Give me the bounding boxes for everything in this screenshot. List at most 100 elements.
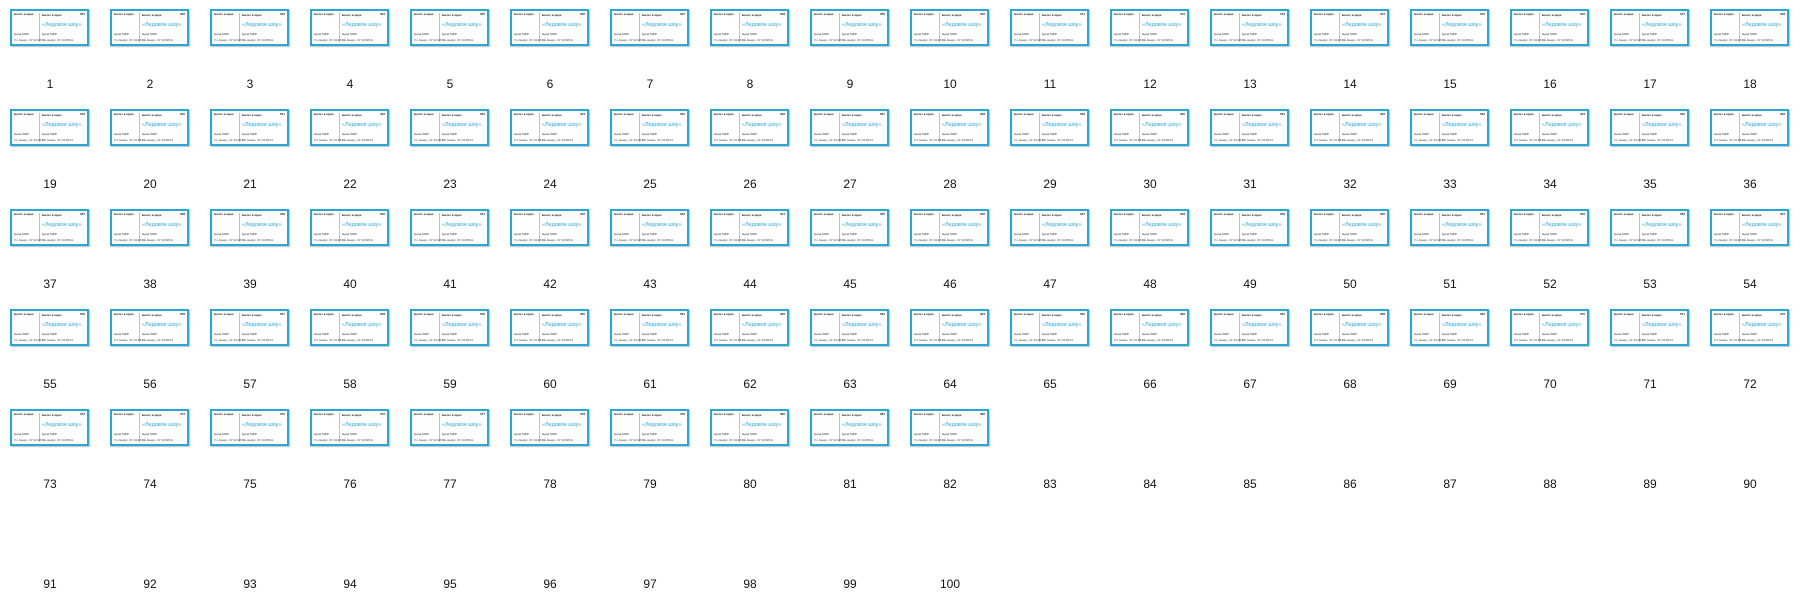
page-thumbnail[interactable]: Билет в цирк Билет в цирк 058 «Ледовое шоу»… bbox=[310, 309, 389, 346]
ticket-price-left: Цена 500Р bbox=[514, 432, 530, 436]
page-thumbnail[interactable]: Билет в цирк Билет в цирк 017 «Ледовое шоу»… bbox=[1610, 9, 1689, 46]
page-thumbnail[interactable]: Билет в цирк Билет в цирк 040 «Ледовое шоу»… bbox=[310, 209, 389, 246]
ticket-price-right: Цена 500Р bbox=[842, 232, 858, 236]
page-thumbnail[interactable]: Билет в цирк Билет в цирк 061 «Ледовое шоу»… bbox=[610, 309, 689, 346]
page-cell: 94 bbox=[300, 500, 400, 600]
page-thumbnail[interactable]: Билет в цирк Билет в цирк 039 «Ледовое шоу»… bbox=[210, 209, 289, 246]
page-thumbnail[interactable]: Билет в цирк Билет в цирк 082 «Ледовое шоу»… bbox=[910, 409, 989, 446]
page-thumbnail[interactable]: Билет в цирк Билет в цирк 016 «Ледовое шоу»… bbox=[1510, 9, 1589, 46]
page-thumbnail[interactable]: Билет в цирк Билет в цирк 027 «Ледовое шоу»… bbox=[810, 109, 889, 146]
page-thumbnail[interactable]: Билет в цирк Билет в цирк 046 «Ледовое шоу»… bbox=[910, 209, 989, 246]
page-thumbnail[interactable]: Билет в цирк Билет в цирк 003 «Ледовое шоу»… bbox=[210, 9, 289, 46]
page-thumbnail[interactable]: Билет в цирк Билет в цирк 076 «Ледовое шоу»… bbox=[310, 409, 389, 446]
page-thumbnail[interactable]: Билет в цирк Билет в цирк 011 «Ледовое шоу»… bbox=[1010, 9, 1089, 46]
page-thumbnail[interactable]: Билет в цирк Билет в цирк 008 «Ледовое шоу»… bbox=[710, 9, 789, 46]
page-thumbnail[interactable]: Билет в цирк Билет в цирк 036 «Ледовое шоу»… bbox=[1710, 109, 1789, 146]
page-thumbnail[interactable]: Билет в цирк Билет в цирк 022 «Ледовое шоу»… bbox=[310, 109, 389, 146]
ticket-date-left: Ул. Неауч, 37 13.08.11 bbox=[114, 138, 145, 142]
page-thumbnail[interactable]: Билет в цирк Билет в цирк 041 «Ледовое шоу»… bbox=[410, 209, 489, 246]
ticket-price-left: Цена 500Р bbox=[314, 32, 330, 36]
page-thumbnail[interactable]: Билет в цирк Билет в цирк 054 «Ледовое шоу»… bbox=[1710, 209, 1789, 246]
page-thumbnail[interactable]: Билет в цирк Билет в цирк 009 «Ледовое шоу»… bbox=[810, 9, 889, 46]
page-thumbnail[interactable]: Билет в цирк Билет в цирк 073 «Ледовое шоу»… bbox=[10, 409, 89, 446]
page-thumbnail[interactable]: Билет в цирк Билет в цирк 031 «Ледовое шоу»… bbox=[1210, 109, 1289, 146]
page-thumbnail[interactable]: Билет в цирк Билет в цирк 006 «Ледовое шоу»… bbox=[510, 9, 589, 46]
page-thumbnail[interactable]: Билет в цирк Билет в цирк 012 «Ледовое шоу»… bbox=[1110, 9, 1189, 46]
page-thumbnail[interactable]: Билет в цирк Билет в цирк 048 «Ледовое шоу»… bbox=[1110, 209, 1189, 246]
ticket-date-left: Ул. Неауч, 37 13.08.11 bbox=[714, 38, 745, 42]
page-thumbnail[interactable]: Билет в цирк Билет в цирк 029 «Ледовое шоу»… bbox=[1010, 109, 1089, 146]
page-thumbnail[interactable]: Билет в цирк Билет в цирк 080 «Ледовое шоу»… bbox=[710, 409, 789, 446]
page-thumbnail[interactable]: Билет в цирк Билет в цирк 057 «Ледовое шоу»… bbox=[210, 309, 289, 346]
page-thumbnail[interactable]: Билет в цирк Билет в цирк 065 «Ледовое шоу»… bbox=[1010, 309, 1089, 346]
page-thumbnail[interactable]: Билет в цирк Билет в цирк 051 «Ледовое шоу»… bbox=[1410, 209, 1489, 246]
page-thumbnail[interactable]: Билет в цирк Билет в цирк 043 «Ледовое шоу»… bbox=[610, 209, 689, 246]
page-thumbnail[interactable]: Билет в цирк Билет в цирк 033 «Ледовое шоу»… bbox=[1410, 109, 1489, 146]
page-thumbnail[interactable]: Билет в цирк Билет в цирк 005 «Ледовое шоу»… bbox=[410, 9, 489, 46]
ticket-price-right: Цена 500Р bbox=[1742, 32, 1758, 36]
page-thumbnail[interactable]: Билет в цирк Билет в цирк 001 «Ледовое шоу»… bbox=[10, 9, 89, 46]
page-thumbnail[interactable]: Билет в цирк Билет в цирк 028 «Ледовое шоу»… bbox=[910, 109, 989, 146]
page-cell: Билет в цирк Билет в цирк 049 «Ледовое шоу»… bbox=[1200, 200, 1300, 300]
page-cell: Билет в цирк Билет в цирк 031 «Ледовое шоу»… bbox=[1200, 100, 1300, 200]
page-thumbnail[interactable]: Билет в цирк Билет в цирк 010 «Ледовое шоу»… bbox=[910, 9, 989, 46]
page-thumbnail[interactable]: Билет в цирк Билет в цирк 056 «Ледовое шоу»… bbox=[110, 309, 189, 346]
page-thumbnail[interactable]: Билет в цирк Билет в цирк 067 «Ледовое шоу»… bbox=[1210, 309, 1289, 346]
page-thumbnail[interactable]: Билет в цирк Билет в цирк 007 «Ледовое шоу»… bbox=[610, 9, 689, 46]
ticket-price-left: Цена 500Р bbox=[914, 432, 930, 436]
page-cell: Билет в цирк Билет в цирк 053 «Ледовое шоу»… bbox=[1600, 200, 1700, 300]
page-thumbnail[interactable]: Билет в цирк Билет в цирк 004 «Ледовое шоу»… bbox=[310, 9, 389, 46]
page-thumbnail[interactable]: Билет в цирк Билет в цирк 037 «Ледовое шоу»… bbox=[10, 209, 89, 246]
page-thumbnail[interactable]: Билет в цирк Билет в цирк 024 «Ледовое шоу»… bbox=[510, 109, 589, 146]
page-thumbnail[interactable]: Билет в цирк Билет в цирк 019 «Ледовое шоу»… bbox=[10, 109, 89, 146]
ticket-number: 081 bbox=[879, 412, 885, 416]
page-thumbnail[interactable]: Билет в цирк Билет в цирк 064 «Ледовое шоу»… bbox=[910, 309, 989, 346]
page-thumbnail[interactable]: Билет в цирк Билет в цирк 055 «Ледовое шоу»… bbox=[10, 309, 89, 346]
ticket-header: Билет в цирк bbox=[214, 412, 234, 416]
page-thumbnail[interactable]: Билет в цирк Билет в цирк 025 «Ледовое шоу»… bbox=[610, 109, 689, 146]
page-thumbnail[interactable]: Билет в цирк Билет в цирк 050 «Ледовое шоу»… bbox=[1310, 209, 1389, 246]
page-thumbnail[interactable]: Билет в цирк Билет в цирк 013 «Ледовое шоу»… bbox=[1210, 9, 1289, 46]
page-thumbnail[interactable]: Билет в цирк Билет в цирк 068 «Ледовое шоу»… bbox=[1310, 309, 1389, 346]
ticket-date-left: Ул. Неауч, 37 13.08.11 bbox=[1714, 338, 1745, 342]
page-thumbnail[interactable]: Билет в цирк Билет в цирк 023 «Ледовое шоу»… bbox=[410, 109, 489, 146]
page-thumbnail[interactable]: Билет в цирк Билет в цирк 020 «Ледовое шоу»… bbox=[110, 109, 189, 146]
page-thumbnail[interactable]: Билет в цирк Билет в цирк 072 «Ледовое шоу»… bbox=[1710, 309, 1789, 346]
page-thumbnail[interactable]: Билет в цирк Билет в цирк 078 «Ледовое шоу»… bbox=[510, 409, 589, 446]
page-thumbnail[interactable]: Билет в цирк Билет в цирк 015 «Ледовое шоу»… bbox=[1410, 9, 1489, 46]
page-thumbnail[interactable]: Билет в цирк Билет в цирк 060 «Ледовое шоу»… bbox=[510, 309, 589, 346]
page-thumbnail[interactable]: Билет в цирк Билет в цирк 053 «Ледовое шоу»… bbox=[1610, 209, 1689, 246]
page-thumbnail[interactable]: Билет в цирк Билет в цирк 034 «Ледовое шоу»… bbox=[1510, 109, 1589, 146]
page-thumbnail[interactable]: Билет в цирк Билет в цирк 062 «Ледовое шоу»… bbox=[710, 309, 789, 346]
page-thumbnail[interactable]: Билет в цирк Билет в цирк 045 «Ледовое шоу»… bbox=[810, 209, 889, 246]
page-thumbnail[interactable]: Билет в цирк Билет в цирк 059 «Ледовое шоу»… bbox=[410, 309, 489, 346]
page-thumbnail[interactable]: Билет в цирк Билет в цирк 021 «Ледовое шоу»… bbox=[210, 109, 289, 146]
page-thumbnail[interactable]: Билет в цирк Билет в цирк 026 «Ледовое шоу»… bbox=[710, 109, 789, 146]
page-thumbnail[interactable]: Билет в цирк Билет в цирк 014 «Ледовое шоу»… bbox=[1310, 9, 1389, 46]
page-thumbnail[interactable]: Билет в цирк Билет в цирк 044 «Ледовое шоу»… bbox=[710, 209, 789, 246]
page-thumbnail[interactable]: Билет в цирк Билет в цирк 070 «Ледовое шоу»… bbox=[1510, 309, 1589, 346]
page-thumbnail[interactable]: Билет в цирк Билет в цирк 079 «Ледовое шоу»… bbox=[610, 409, 689, 446]
page-thumbnail[interactable]: Билет в цирк Билет в цирк 071 «Ледовое шоу»… bbox=[1610, 309, 1689, 346]
page-thumbnail[interactable]: Билет в цирк Билет в цирк 063 «Ледовое шоу»… bbox=[810, 309, 889, 346]
page-thumbnail[interactable]: Билет в цирк Билет в цирк 042 «Ледовое шоу»… bbox=[510, 209, 589, 246]
page-thumbnail[interactable]: Билет в цирк Билет в цирк 049 «Ледовое шоу»… bbox=[1210, 209, 1289, 246]
page-thumbnail[interactable]: Билет в цирк Билет в цирк 002 «Ледовое шоу»… bbox=[110, 9, 189, 46]
ticket-price-left: Цена 500Р bbox=[614, 232, 630, 236]
page-thumbnail[interactable]: Билет в цирк Билет в цирк 032 «Ледовое шоу»… bbox=[1310, 109, 1389, 146]
page-thumbnail[interactable]: Билет в цирк Билет в цирк 081 «Ледовое шоу»… bbox=[810, 409, 889, 446]
page-thumbnail[interactable]: Билет в цирк Билет в цирк 035 «Ледовое шоу»… bbox=[1610, 109, 1689, 146]
page-thumbnail[interactable]: Билет в цирк Билет в цирк 077 «Ледовое шоу»… bbox=[410, 409, 489, 446]
page-thumbnail[interactable]: Билет в цирк Билет в цирк 038 «Ледовое шоу»… bbox=[110, 209, 189, 246]
page-thumbnail[interactable]: Билет в цирк Билет в цирк 069 «Ледовое шоу»… bbox=[1410, 309, 1489, 346]
page-thumbnail[interactable]: Билет в цирк Билет в цирк 075 «Ледовое шоу»… bbox=[210, 409, 289, 446]
ticket-date-left: Ул. Неауч, 37 13.08.11 bbox=[14, 138, 45, 142]
page-thumbnail[interactable]: Билет в цирк Билет в цирк 066 «Ледовое шоу»… bbox=[1110, 309, 1189, 346]
page-thumbnail[interactable]: Билет в цирк Билет в цирк 018 «Ледовое шоу»… bbox=[1710, 9, 1789, 46]
page-thumbnail[interactable]: Билет в цирк Билет в цирк 030 «Ледовое шоу»… bbox=[1110, 109, 1189, 146]
page-cell: 84 bbox=[1100, 400, 1200, 500]
page-thumbnail[interactable]: Билет в цирк Билет в цирк 074 «Ледовое шоу»… bbox=[110, 409, 189, 446]
page-number-label: 100 bbox=[939, 577, 961, 591]
page-thumbnail[interactable]: Билет в цирк Билет в цирк 052 «Ледовое шоу»… bbox=[1510, 209, 1589, 246]
page-thumbnail[interactable]: Билет в цирк Билет в цирк 047 «Ледовое шоу»… bbox=[1010, 209, 1089, 246]
